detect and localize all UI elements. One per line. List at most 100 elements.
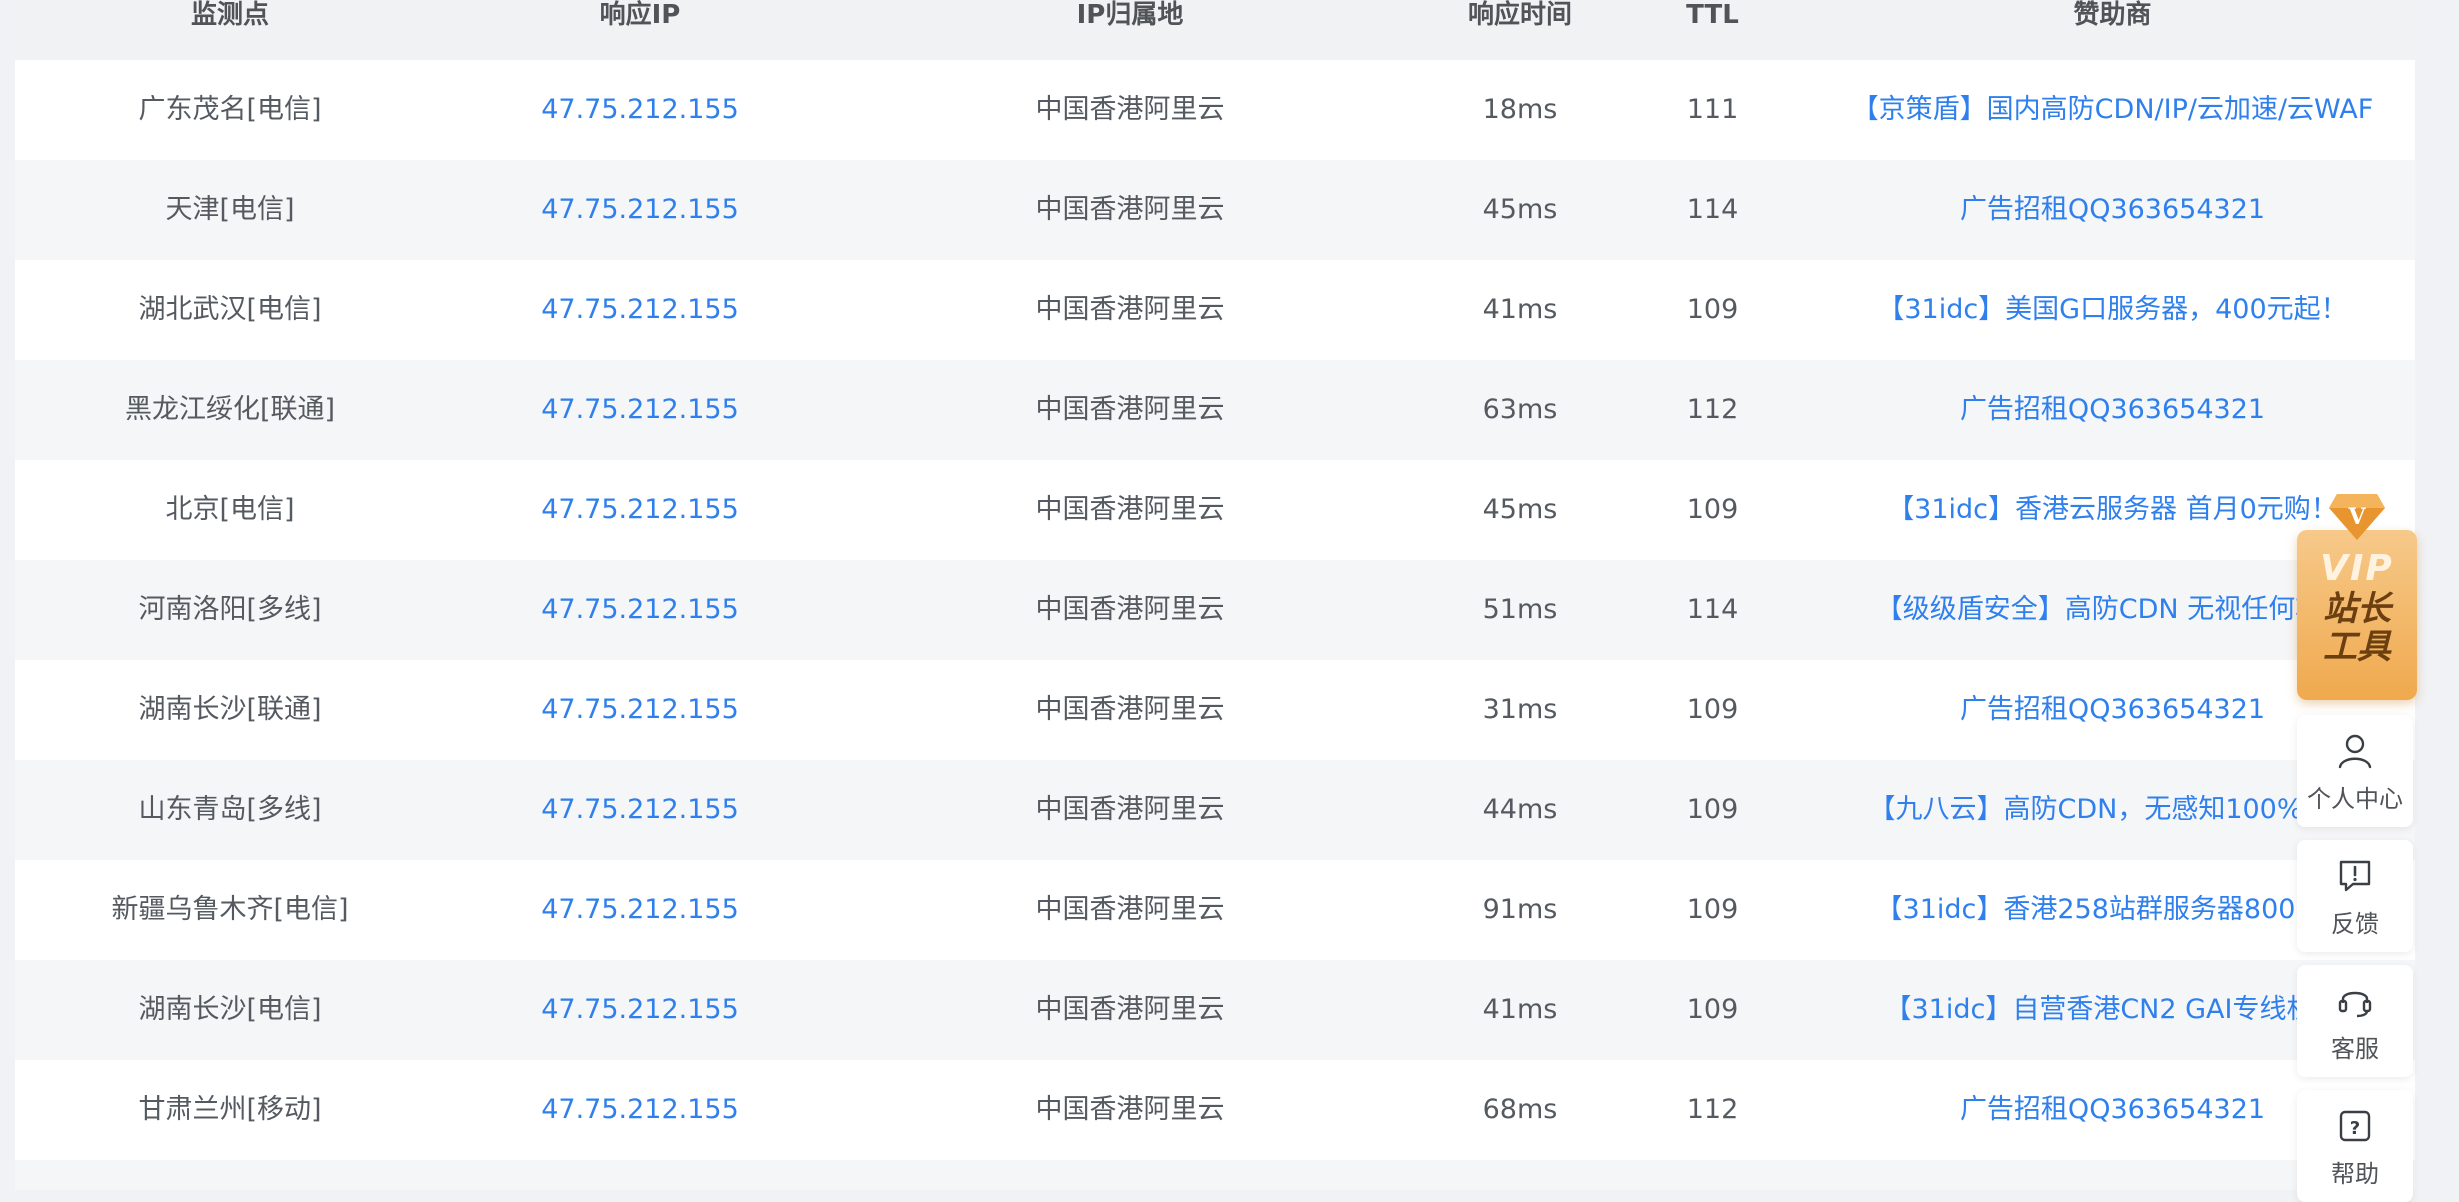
cell-region: 中国香港阿里云 bbox=[1035, 394, 1225, 425]
cell-ttl: 109 bbox=[1686, 294, 1739, 325]
header-sponsor: 赞助商 bbox=[2073, 0, 2152, 30]
cell-time: 45ms bbox=[1482, 194, 1558, 225]
help-label: 帮助 bbox=[2331, 1160, 2379, 1188]
cell-ip-link[interactable]: 47.75.212.155 bbox=[445, 260, 835, 360]
cell-sponsor-link[interactable]: 【京策盾】国内高防CDN/IP/云加速/云WAF bbox=[1810, 60, 2415, 160]
cell-time: 63ms bbox=[1482, 394, 1558, 425]
cell-region: 中国香港阿里云 bbox=[1035, 294, 1225, 325]
table-row: 河南洛阳[多线] 47.75.212.155 中国香港阿里云 51ms 114 … bbox=[15, 560, 2415, 660]
table-row: 甘肃兰州[移动] 47.75.212.155 中国香港阿里云 68ms 112 … bbox=[15, 1060, 2415, 1160]
cell-ip-link[interactable]: 47.75.212.155 bbox=[445, 860, 835, 960]
cell-ttl: 114 bbox=[1686, 194, 1739, 225]
cell-ip-link[interactable]: 47.75.212.155 bbox=[445, 60, 835, 160]
cell-time: 41ms bbox=[1482, 994, 1558, 1025]
cell-region: 中国香港阿里云 bbox=[1035, 594, 1225, 625]
table-row: 黑龙江绥化[联通] 47.75.212.155 中国香港阿里云 63ms 112… bbox=[15, 360, 2415, 460]
cell-region: 中国香港阿里云 bbox=[1035, 894, 1225, 925]
cell-sponsor-link[interactable]: 广告招租QQ363654321 bbox=[1810, 360, 2415, 460]
vip-label-line2: 工具 bbox=[2323, 627, 2391, 667]
table-row: 湖北武汉[电信] 47.75.212.155 中国香港阿里云 41ms 109 … bbox=[15, 260, 2415, 360]
cell-region: 中国香港阿里云 bbox=[1035, 1094, 1225, 1125]
cell-time: 51ms bbox=[1482, 594, 1558, 625]
user-icon bbox=[2338, 734, 2372, 769]
cell-ip-link[interactable]: 47.75.212.155 bbox=[445, 1060, 835, 1160]
cell-ttl: 109 bbox=[1686, 694, 1739, 725]
table-header: 监测点 响应IP IP归属地 响应时间 TTL 赞助商 bbox=[15, 0, 2415, 60]
cell-location: 黑龙江绥化[联通] bbox=[124, 394, 336, 425]
table-row bbox=[15, 1160, 2415, 1190]
cell-sponsor-link[interactable]: 【31idc】美国G口服务器，400元起！ bbox=[1810, 260, 2415, 360]
vip-label: 站长 工具 bbox=[2297, 590, 2417, 666]
feedback-icon bbox=[2339, 860, 2371, 892]
vip-tools-button[interactable]: V VIP 站长 工具 bbox=[2297, 490, 2417, 700]
cell-ttl: 111 bbox=[1686, 94, 1739, 125]
table-row: 北京[电信] 47.75.212.155 中国香港阿里云 45ms 109 【3… bbox=[15, 460, 2415, 560]
personal-center-button[interactable]: 个人中心 bbox=[2297, 715, 2413, 827]
cell-region: 中国香港阿里云 bbox=[1035, 794, 1225, 825]
header-monitor-point: 监测点 bbox=[190, 0, 269, 30]
cell-location: 湖北武汉[电信] bbox=[138, 294, 322, 325]
cell-ttl: 109 bbox=[1686, 994, 1739, 1025]
cell-location: 湖南长沙[电信] bbox=[138, 994, 322, 1025]
cell-location: 河南洛阳[多线] bbox=[138, 594, 322, 625]
vip-title: VIP bbox=[2320, 548, 2394, 589]
help-icon: ? bbox=[2339, 1110, 2371, 1142]
cell-location: 湖南长沙[联通] bbox=[138, 694, 322, 725]
cell-ttl: 109 bbox=[1686, 494, 1739, 525]
ping-result-table: 监测点 响应IP IP归属地 响应时间 TTL 赞助商 广东茂名[电信] 47.… bbox=[15, 0, 2415, 1190]
customer-service-button[interactable]: 客服 bbox=[2297, 965, 2413, 1077]
svg-text:?: ? bbox=[2350, 1118, 2360, 1139]
header-response-time: 响应时间 bbox=[1467, 0, 1572, 30]
cell-ttl: 109 bbox=[1686, 794, 1739, 825]
cell-time: 68ms bbox=[1482, 1094, 1558, 1125]
cell-location: 广东茂名[电信] bbox=[138, 94, 322, 125]
cell-location: 新疆乌鲁木齐[电信] bbox=[111, 894, 349, 925]
cell-time: 41ms bbox=[1482, 294, 1558, 325]
cell-location: 天津[电信] bbox=[165, 194, 295, 225]
personal-center-label: 个人中心 bbox=[2307, 785, 2403, 813]
header-response-ip: 响应IP bbox=[599, 0, 681, 30]
cell-ip-link[interactable]: 47.75.212.155 bbox=[445, 760, 835, 860]
cell-ttl: 112 bbox=[1686, 394, 1739, 425]
cell-ttl: 112 bbox=[1686, 1094, 1739, 1125]
cell-ttl: 109 bbox=[1686, 894, 1739, 925]
cell-time: 91ms bbox=[1482, 894, 1558, 925]
cell-ttl: 114 bbox=[1686, 594, 1739, 625]
cell-sponsor-link[interactable]: 广告招租QQ363654321 bbox=[1810, 160, 2415, 260]
feedback-button[interactable]: 反馈 bbox=[2297, 840, 2413, 952]
table-row: 湖南长沙[联通] 47.75.212.155 中国香港阿里云 31ms 109 … bbox=[15, 660, 2415, 760]
cell-region: 中国香港阿里云 bbox=[1035, 194, 1225, 225]
cell-region: 中国香港阿里云 bbox=[1035, 994, 1225, 1025]
table-row: 天津[电信] 47.75.212.155 中国香港阿里云 45ms 114 广告… bbox=[15, 160, 2415, 260]
customer-service-label: 客服 bbox=[2331, 1035, 2379, 1063]
header-ttl: TTL bbox=[1686, 0, 1739, 30]
cell-time: 18ms bbox=[1482, 94, 1558, 125]
header-ip-location: IP归属地 bbox=[1076, 0, 1184, 30]
vip-gem-letter: V bbox=[2347, 504, 2366, 530]
table-row: 山东青岛[多线] 47.75.212.155 中国香港阿里云 44ms 109 … bbox=[15, 760, 2415, 860]
cell-ip-link[interactable]: 47.75.212.155 bbox=[445, 160, 835, 260]
cell-ip-link[interactable]: 47.75.212.155 bbox=[445, 660, 835, 760]
headset-icon bbox=[2338, 991, 2372, 1018]
cell-ip-link[interactable]: 47.75.212.155 bbox=[445, 960, 835, 1060]
cell-region: 中国香港阿里云 bbox=[1035, 494, 1225, 525]
cell-region: 中国香港阿里云 bbox=[1035, 94, 1225, 125]
cell-ip-link[interactable]: 47.75.212.155 bbox=[445, 560, 835, 660]
table-row: 新疆乌鲁木齐[电信] 47.75.212.155 中国香港阿里云 91ms 10… bbox=[15, 860, 2415, 960]
cell-time: 44ms bbox=[1482, 794, 1558, 825]
feedback-label: 反馈 bbox=[2331, 910, 2379, 938]
cell-time: 45ms bbox=[1482, 494, 1558, 525]
cell-region: 中国香港阿里云 bbox=[1035, 694, 1225, 725]
cell-location: 山东青岛[多线] bbox=[138, 794, 322, 825]
vip-label-line1: 站长 bbox=[2323, 589, 2391, 629]
table-row: 湖南长沙[电信] 47.75.212.155 中国香港阿里云 41ms 109 … bbox=[15, 960, 2415, 1060]
cell-location: 甘肃兰州[移动] bbox=[138, 1094, 322, 1125]
table-body: 广东茂名[电信] 47.75.212.155 中国香港阿里云 18ms 111 … bbox=[15, 60, 2415, 1190]
cell-location: 北京[电信] bbox=[165, 494, 295, 525]
table-row: 广东茂名[电信] 47.75.212.155 中国香港阿里云 18ms 111 … bbox=[15, 60, 2415, 160]
cell-ip-link[interactable]: 47.75.212.155 bbox=[445, 460, 835, 560]
cell-time: 31ms bbox=[1482, 694, 1558, 725]
diamond-icon: V bbox=[2329, 494, 2385, 540]
cell-ip-link[interactable]: 47.75.212.155 bbox=[445, 360, 835, 460]
help-button[interactable]: ? 帮助 bbox=[2297, 1090, 2413, 1202]
